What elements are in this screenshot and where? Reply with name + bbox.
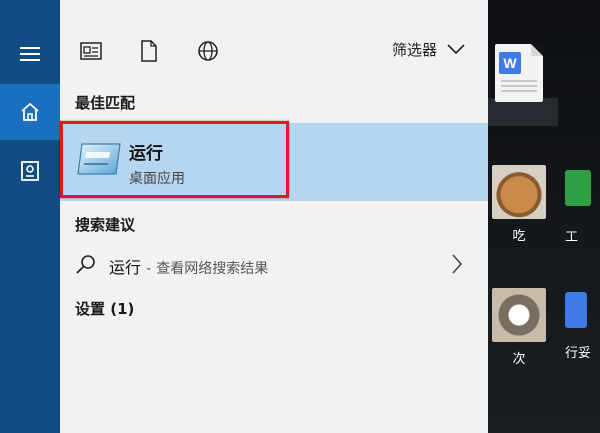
rail-menu-button[interactable] [0,26,60,82]
library-icon [21,161,39,181]
web-icon [198,41,218,61]
word-doc-icon: W [495,44,543,102]
search-suggestion-item[interactable]: 运行 - 查看网络搜索结果 [60,248,488,284]
settings-heading[interactable]: 设置 (1) [75,298,134,319]
desktop-icon-label: 工 [565,230,579,245]
best-match-heading: 最佳匹配 [75,94,136,112]
suggestion-hint: 查看网络搜索结果 [156,261,269,277]
filter-dropdown[interactable]: 筛选器 [392,39,465,60]
rail-home-button[interactable] [0,84,60,140]
filter-apps-button[interactable] [134,36,164,66]
desktop-icon-photo-husky[interactable]: 次 [484,288,554,367]
chevron-down-icon [447,44,465,55]
start-rail [0,0,60,433]
home-icon [21,102,39,121]
desktop-icon-label: 次 [512,352,526,367]
photo-dog-icon [492,165,546,219]
blue-app-icon [565,292,587,328]
desktop-icon-green-app[interactable]: 工 [565,170,600,245]
desktop-icon-word-doc[interactable]: W [484,44,554,102]
filter-web-button[interactable] [193,36,223,66]
desktop-icon-label: 吃 [512,229,526,244]
documents-icon [80,42,102,60]
results-panel: 筛选器 最佳匹配 运行 桌面应用 搜索建议 运行 - 查看网络搜索结果 设置 (… [60,0,488,433]
filter-documents-button[interactable] [76,36,106,66]
suggestion-text: 运行 - 查看网络搜索结果 [109,254,268,278]
green-app-icon [565,170,591,206]
search-icon [76,255,95,274]
desktop-icon-blue-app[interactable]: 行妥 [565,292,600,361]
start-search-menu: 筛选器 最佳匹配 运行 桌面应用 搜索建议 运行 - 查看网络搜索结果 设置 (… [0,0,488,433]
red-annotation-box [60,121,289,198]
filter-label: 筛选器 [392,41,438,59]
rail-library-button[interactable] [0,143,60,199]
desktop-icon-label: 行妥 [565,346,592,361]
suggestion-term: 运行 [109,258,142,277]
menu-icon [20,47,40,61]
desktop-icon-photo-dog[interactable]: 吃 [484,165,554,244]
suggestion-separator: - [146,261,152,277]
search-toolbar: 筛选器 [60,0,488,82]
photo-husky-icon [492,288,546,342]
suggestions-heading: 搜索建议 [75,216,136,234]
chevron-right-icon [452,254,463,274]
desktop-label-strip [488,98,558,126]
file-icon [141,40,157,62]
